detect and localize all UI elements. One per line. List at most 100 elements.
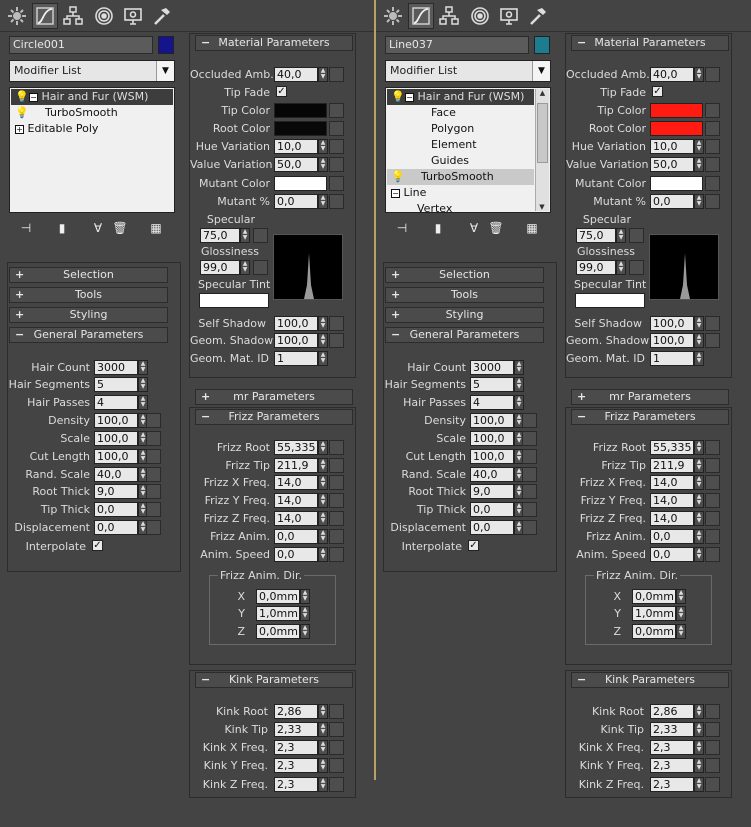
map-button[interactable] [329,194,344,209]
tools-rollout[interactable]: + Tools [385,287,544,303]
map-button[interactable] [329,139,344,154]
map-button[interactable] [329,511,344,526]
geom-shadow-spinner-field[interactable]: 100,0 [650,333,694,348]
kink-param-spinner-field[interactable]: 2,3 [274,777,318,792]
map-button[interactable] [705,176,720,191]
curve-icon[interactable] [32,3,58,29]
param-spinner[interactable]: 100,0 ▲ ▼ [94,413,148,428]
mutant-pct-spinner[interactable]: 0,0 ▲ ▼ [274,194,328,209]
frizz-param-spinner-field[interactable]: 14,0 [274,493,318,508]
spinner-arrows-icon[interactable]: ▲ ▼ [694,547,704,562]
frizz-param-spinner-field[interactable]: 0,0 [274,547,318,562]
stack-item[interactable]: 💡 TurboSmooth [387,169,534,185]
spinner-arrows-icon[interactable]: ▲ ▼ [318,139,328,154]
frizz-param-spinner[interactable]: 14,0 ▲ ▼ [650,475,704,490]
spinner-arrows-icon[interactable]: ▲ ▼ [300,589,310,604]
map-button[interactable] [705,103,720,118]
frizz-param-spinner[interactable]: 211,9 ▲ ▼ [650,458,704,473]
geom-shadow-spinner[interactable]: 100,0 ▲ ▼ [274,333,328,348]
map-button[interactable] [329,157,344,172]
map-button[interactable] [705,194,720,209]
hue-variation-spinner[interactable]: 10,0 ▲ ▼ [650,139,704,154]
map-button[interactable] [329,740,344,755]
geom-mat-id-spinner[interactable]: 1 ▲ ▼ [274,351,328,366]
stack-item[interactable]: 💡− Hair and Fur (WSM) [11,89,173,105]
general-parameters-rollout[interactable]: − General Parameters [385,327,544,343]
map-button[interactable] [146,413,161,428]
param-spinner[interactable]: 0,0 ▲ ▼ [94,520,148,535]
occluded-amb-spinner[interactable]: 40,0 ▲ ▼ [650,67,704,82]
param-spinner-field[interactable]: 100,0 [470,449,514,464]
map-button[interactable] [329,722,344,737]
sun-icon[interactable] [380,3,406,29]
motion-icon[interactable] [467,3,493,29]
map-button[interactable] [329,777,344,792]
mutant-color-swatch[interactable] [650,176,703,191]
map-button[interactable] [329,316,344,331]
param-spinner-field[interactable]: 100,0 [470,431,514,446]
param-spinner-field[interactable]: 9,0 [94,484,138,499]
kink-param-spinner[interactable]: 2,3 ▲ ▼ [650,758,704,773]
frizz-dir-spinner[interactable]: 0,0mm ▲ ▼ [256,624,310,639]
param-spinner[interactable]: 3000 ▲ ▼ [94,360,148,375]
spinner-arrows-icon[interactable]: ▲ ▼ [514,377,524,392]
spinner-arrows-icon[interactable]: ▲ ▼ [318,704,328,719]
spinner-arrows-icon[interactable]: ▲ ▼ [694,722,704,737]
spinner-arrows-icon[interactable]: ▲ ▼ [694,157,704,172]
spinner-arrows-icon[interactable]: ▲ ▼ [318,440,328,455]
param-spinner-field[interactable]: 3000 [94,360,138,375]
frizz-param-spinner-field[interactable]: 55,335 [650,440,694,455]
frizz-param-spinner[interactable]: 0,0 ▲ ▼ [650,529,704,544]
frizz-dir-spinner[interactable]: 0,0mm ▲ ▼ [256,589,310,604]
frizz-param-spinner[interactable]: 0,0 ▲ ▼ [650,547,704,562]
remove-modifier-icon[interactable]: 🗑 [112,220,128,236]
param-spinner[interactable]: 100,0 ▲ ▼ [470,449,524,464]
tip-fade-checkbox[interactable]: ✓ [276,86,287,97]
value-variation-spinner-field[interactable]: 50,0 [274,157,318,172]
spinner-arrows-icon[interactable]: ▲ ▼ [616,228,626,243]
hammer-icon[interactable] [149,3,175,29]
frizz-param-spinner[interactable]: 14,0 ▲ ▼ [274,475,328,490]
modifier-stack[interactable]: 💡− Hair and Fur (WSM) 💡 TurboSmooth + Edita… [9,87,175,213]
map-button[interactable] [146,502,161,517]
kink-param-spinner-field[interactable]: 2,3 [650,777,694,792]
root-color-swatch[interactable] [650,121,703,136]
map-button[interactable] [329,333,344,348]
spinner-arrows-icon[interactable]: ▲ ▼ [694,440,704,455]
map-button[interactable] [329,493,344,508]
spinner-arrows-icon[interactable]: ▲ ▼ [318,316,328,331]
param-spinner[interactable]: 5 ▲ ▼ [470,377,524,392]
spinner-arrows-icon[interactable]: ▲ ▼ [138,377,148,392]
map-button[interactable] [522,502,537,517]
param-spinner[interactable]: 3000 ▲ ▼ [470,360,524,375]
spinner-arrows-icon[interactable]: ▲ ▼ [694,67,704,82]
map-button[interactable] [522,431,537,446]
scroll-down-icon[interactable]: ▼ [536,203,548,211]
map-button[interactable] [705,740,720,755]
spinner-arrows-icon[interactable]: ▲ ▼ [694,194,704,209]
stack-item[interactable]: 💡 TurboSmooth [11,105,173,121]
stack-item[interactable]: Face [387,105,534,121]
map-button[interactable] [146,431,161,446]
spinner-arrows-icon[interactable]: ▲ ▼ [694,777,704,792]
map-button[interactable] [146,449,161,464]
frizz-param-spinner[interactable]: 55,335 ▲ ▼ [650,440,704,455]
map-button[interactable] [146,484,161,499]
frizz-param-spinner[interactable]: 0,0 ▲ ▼ [274,529,328,544]
modifier-list-dropdown[interactable]: Modifier List ▼ [385,60,551,82]
mutant-pct-spinner[interactable]: 0,0 ▲ ▼ [650,194,704,209]
map-button[interactable] [705,493,720,508]
param-spinner[interactable]: 9,0 ▲ ▼ [94,484,148,499]
mr-parameters-rollout[interactable]: + mr Parameters [571,389,729,405]
param-spinner-field[interactable]: 40,0 [470,467,514,482]
kink-param-spinner[interactable]: 2,86 ▲ ▼ [274,704,328,719]
collapse-icon[interactable]: − [405,92,414,102]
spinner-arrows-icon[interactable]: ▲ ▼ [676,606,686,621]
mr-parameters-rollout[interactable]: + mr Parameters [195,389,353,405]
map-button[interactable] [253,260,268,275]
frizz-param-spinner[interactable]: 14,0 ▲ ▼ [650,493,704,508]
spinner-arrows-icon[interactable]: ▲ ▼ [300,606,310,621]
hue-variation-spinner-field[interactable]: 10,0 [274,139,318,154]
stack-item[interactable]: 💡− Hair and Fur (WSM) [387,89,534,105]
hammer-icon[interactable] [525,3,551,29]
